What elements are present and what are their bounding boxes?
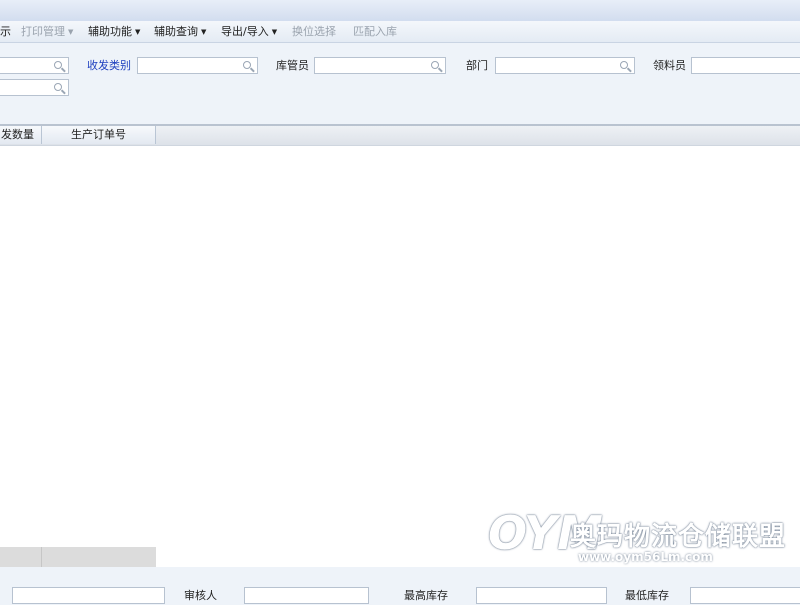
column-header-quantity[interactable]: 发数量 [0, 126, 42, 144]
column-divider [41, 547, 42, 567]
column-header-production-order[interactable]: 生产订单号 [42, 126, 156, 144]
watermark-text: 奥玛物流仓储联盟 [570, 522, 787, 552]
picker-label: 领料员 [653, 59, 686, 72]
toolbar-item-label: 辅助查询 [154, 25, 198, 38]
grid-summary-row [0, 547, 156, 567]
toolbar-item-print-management[interactable]: 打印管理 ▼ [21, 24, 73, 39]
search-icon[interactable] [620, 61, 628, 69]
watermark: OYM 奥玛物流仓储联盟 www.oym56Lm.com [488, 506, 800, 570]
reviewer-label: 审核人 [184, 589, 217, 602]
search-icon[interactable] [243, 61, 251, 69]
search-icon[interactable] [431, 61, 439, 69]
toolbar-item-label: 打印管理 [21, 25, 65, 38]
category-label[interactable]: 收发类别 [87, 57, 131, 75]
toolbar-item-aux-functions[interactable]: 辅助功能 ▼ [88, 24, 140, 39]
filter-panel: 收发类别 库管员 部门 领料员 [0, 43, 800, 124]
category-input[interactable] [137, 57, 258, 74]
caret-down-icon: ▼ [68, 28, 74, 36]
department-input[interactable] [495, 57, 635, 74]
toolbar-item-position-select[interactable]: 换位选择 [292, 24, 336, 39]
min-stock-input[interactable] [690, 587, 800, 604]
picker-input[interactable] [691, 57, 800, 74]
caret-down-icon: ▼ [135, 28, 141, 36]
reviewer-input[interactable] [244, 587, 369, 604]
toolbar-item-export-import[interactable]: 导出/导入 ▼ [221, 24, 277, 39]
toolbar-item-aux-query[interactable]: 辅助查询 ▼ [154, 24, 206, 39]
watermark-url: www.oym56Lm.com [578, 550, 713, 564]
toolbar-item-label: 导出/导入 [221, 25, 269, 38]
toolbar-item-label: 辅助功能 [88, 25, 132, 38]
max-stock-input[interactable] [476, 587, 607, 604]
footer-panel: 审核人 最高库存 最低库存 [0, 567, 800, 604]
caret-down-icon: ▼ [271, 28, 278, 36]
filter-field-a-input[interactable] [0, 57, 69, 74]
keeper-label: 库管员 [276, 59, 309, 72]
toolbar: 示 打印管理 ▼ 辅助功能 ▼ 辅助查询 ▼ 导出/导入 ▼ 换位选择 匹配入库 [0, 21, 800, 43]
keeper-input[interactable] [314, 57, 446, 74]
max-stock-label: 最高库存 [404, 589, 448, 602]
toolbar-item-display[interactable]: 示 [0, 24, 11, 39]
grid-body[interactable] [0, 146, 800, 547]
search-icon[interactable] [54, 61, 62, 69]
search-icon[interactable] [54, 83, 62, 91]
window-title-bar [0, 0, 800, 21]
min-stock-label: 最低库存 [625, 589, 669, 602]
grid-header: 发数量 生产订单号 [0, 126, 800, 146]
footer-field-1-input[interactable] [12, 587, 165, 604]
filter-field-b-input[interactable] [0, 79, 69, 96]
toolbar-item-match-inbound[interactable]: 匹配入库 [353, 24, 397, 39]
caret-down-icon: ▼ [201, 28, 207, 36]
department-label: 部门 [466, 59, 488, 72]
